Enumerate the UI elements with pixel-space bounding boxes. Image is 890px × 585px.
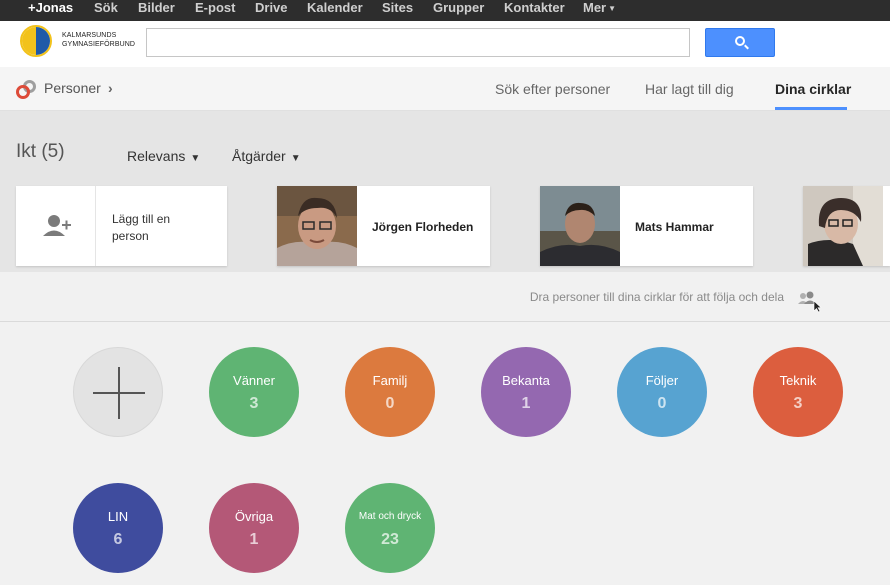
circle-lin[interactable]: LIN 6 [73,483,163,573]
add-person-card[interactable]: Lägg till en person [16,186,227,266]
logo-line2: GYMNASIEFÖRBUND [62,41,136,48]
nav-mail[interactable]: E-post [195,0,235,18]
people-logo-icon [16,80,38,102]
nav-calendar[interactable]: Kalender [307,0,363,18]
logo-line1: KALMARSUNDS [62,32,117,39]
caret-down-icon: ▼ [608,4,617,13]
google-bar: +Jonas Sök Bilder E-post Drive Kalender … [0,0,890,21]
circle-family[interactable]: Familj 0 [345,347,435,437]
person-name: Mats Hammar [635,220,714,234]
circle-name: Vänner [233,373,275,388]
nav-drive[interactable]: Drive [255,0,288,18]
logo-text: KALMARSUNDS GYMNASIEFÖRBUND [62,31,135,49]
circle-title[interactable]: Ikt (5) [16,141,65,163]
nav-contacts[interactable]: Kontakter [504,0,565,18]
circle-name: Följer [645,373,679,388]
circle-name: Teknik [779,373,817,388]
nav-search[interactable]: Sök [94,0,118,18]
circle-name: Bekanta [502,373,550,388]
actions-label: Åtgärder [232,148,286,164]
search-input[interactable] [146,28,690,57]
circle-count: 6 [113,531,123,548]
nav-groups[interactable]: Grupper [433,0,484,18]
sort-dropdown[interactable]: Relevans ▼ [127,148,200,164]
circle-name: LIN [107,509,129,524]
person-card[interactable] [803,186,890,266]
circle-friends[interactable]: Vänner 3 [209,347,299,437]
chevron-down-icon: ▼ [290,153,301,164]
drag-hint-row: Dra personer till dina cirklar för att f… [0,272,890,322]
person-photo [540,186,620,266]
section-title[interactable]: Personer [44,80,101,96]
person-card[interactable]: Jörgen Florheden [277,186,490,266]
nav-images[interactable]: Bilder [138,0,175,18]
actions-dropdown[interactable]: Åtgärder ▼ [232,148,301,164]
add-person-icon [16,186,96,266]
circle-count: 3 [793,395,803,412]
circle-count: 0 [385,395,395,412]
drag-hint: Dra personer till dina cirklar för att f… [529,290,784,304]
circle-tech[interactable]: Teknik 3 [753,347,843,437]
chevron-down-icon: ▼ [190,153,201,164]
circle-name: Familj [372,373,408,388]
create-circle-button[interactable] [73,347,163,437]
circle-count: 1 [521,395,531,412]
person-photo [803,186,883,266]
circle-following[interactable]: Följer 0 [617,347,707,437]
sort-label: Relevans [127,148,186,164]
nav-sites[interactable]: Sites [382,0,413,18]
person-card[interactable]: Mats Hammar [540,186,753,266]
circle-name: Mat och dryck [358,511,422,522]
circle-count: 0 [657,395,667,412]
search-icon [735,36,745,46]
person-photo [277,186,357,266]
nav-profile[interactable]: +Jonas [28,0,73,18]
person-name: Jörgen Florheden [372,220,474,234]
people-subnav: Personer › Sök efter personer Har lagt t… [0,67,890,110]
nav-more-label: Mer [583,0,607,15]
tab-find-people[interactable]: Sök efter personer [495,81,610,97]
circle-food-drink[interactable]: Mat och dryck 23 [345,483,435,573]
organization-logo[interactable]: KALMARSUNDS GYMNASIEFÖRBUND [16,23,135,63]
circle-name: Övriga [234,509,274,524]
logo-seal-icon [20,25,52,57]
header: KALMARSUNDS GYMNASIEFÖRBUND [0,21,890,67]
circle-count: 23 [381,531,399,548]
add-person-label: Lägg till en person [112,212,171,243]
circle-other[interactable]: Övriga 1 [209,483,299,573]
circle-count: 3 [249,395,259,412]
nav-more[interactable]: Mer ▼ [583,0,616,18]
circle-editor: Ikt (5) Relevans ▼ Åtgärder ▼ Lägg till en… [0,111,890,272]
search-button[interactable] [705,28,775,57]
drag-people-icon [796,287,822,313]
circle-count: 1 [249,531,259,548]
tab-added-you[interactable]: Har lagt till dig [645,81,734,97]
chevron-right-icon[interactable]: › [108,80,113,96]
circle-acquaintances[interactable]: Bekanta 1 [481,347,571,437]
tab-your-circles[interactable]: Dina cirklar [775,81,851,97]
